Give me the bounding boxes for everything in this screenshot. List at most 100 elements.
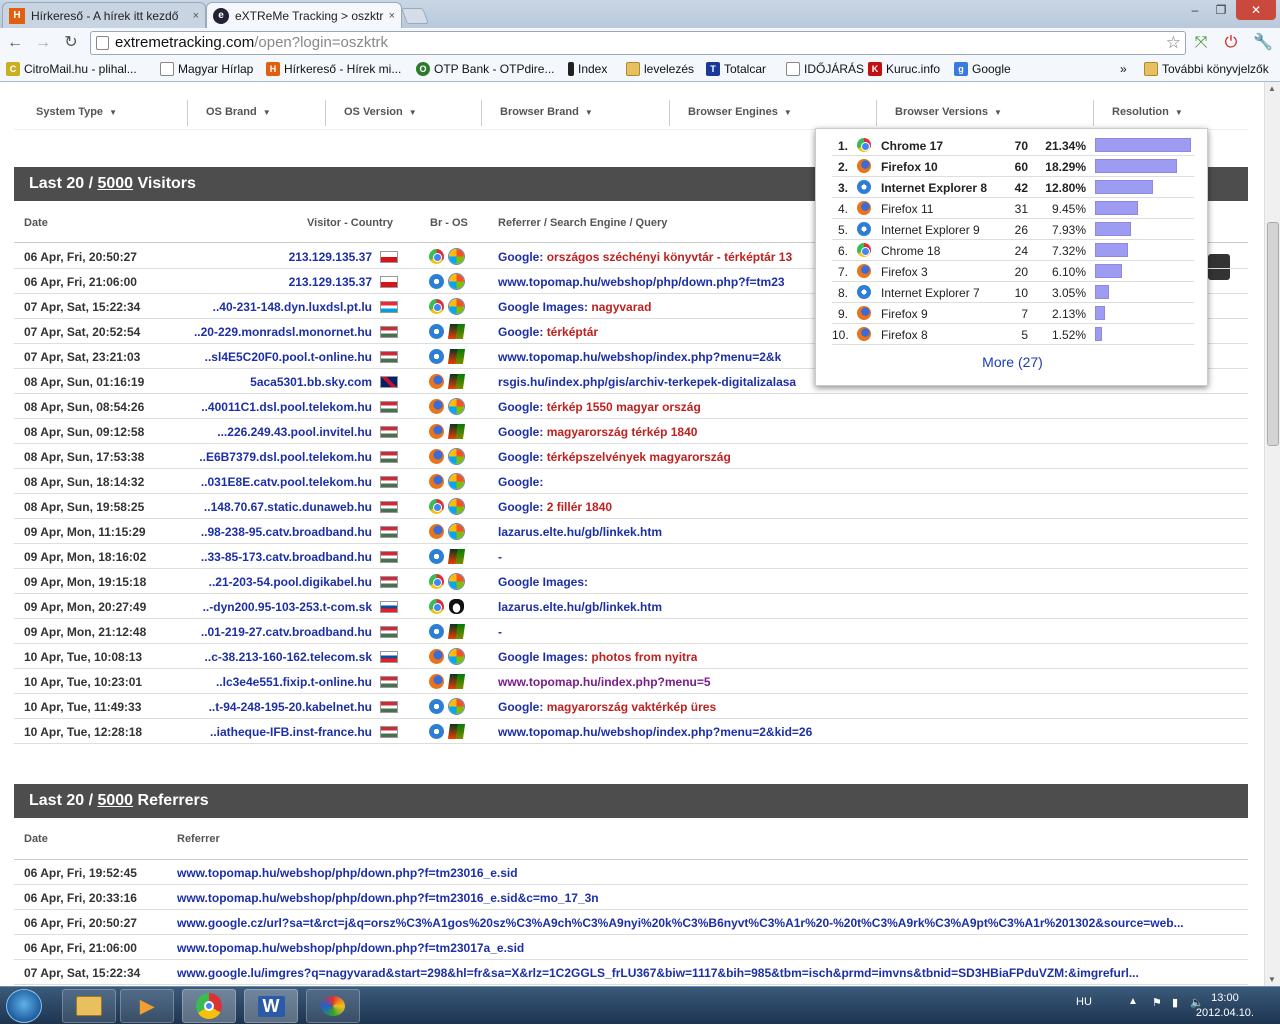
- adblock-icon[interactable]: ⏻: [1220, 33, 1242, 53]
- scroll-down-icon[interactable]: ▼: [1268, 975, 1276, 984]
- referrer-link[interactable]: www.google.cz/url?sa=t&rct=j&q=orsz%C3%A…: [177, 916, 1237, 930]
- referrer-link[interactable]: www.topomap.hu/webshop/php/down.php?f=tm…: [177, 866, 1237, 880]
- referrer-link[interactable]: lazarus.elte.hu/gb/linkek.htm: [498, 525, 662, 539]
- filter-browser-engines[interactable]: Browser Engines ▼: [688, 106, 792, 118]
- reload-icon[interactable]: ↻: [60, 33, 82, 53]
- close-tab-icon[interactable]: ×: [385, 10, 395, 22]
- filter-resolution[interactable]: Resolution ▼: [1112, 106, 1183, 118]
- close-window-icon[interactable]: ✕: [1236, 0, 1276, 20]
- browser-version-row[interactable]: 1. Chrome 17 70 21.34%: [832, 135, 1194, 156]
- browser-version-row[interactable]: 6. Chrome 18 24 7.32%: [832, 240, 1194, 261]
- visitor-host-link[interactable]: ..031E8E.catv.pool.telekom.hu: [201, 475, 372, 489]
- visitor-host-link[interactable]: ..98-238-95.catv.broadband.hu: [201, 525, 372, 539]
- new-tab-button[interactable]: [401, 8, 429, 24]
- bookmark-otp[interactable]: O OTP Bank - OTPdire...: [416, 62, 554, 76]
- forward-icon[interactable]: →: [32, 33, 54, 53]
- visitor-host-link[interactable]: ..E6B7379.dsl.pool.telekom.hu: [199, 450, 372, 464]
- browser-version-row[interactable]: 7. Firefox 3 20 6.10%: [832, 261, 1194, 282]
- search-query[interactable]: országos széchényi könyvtár - térképtár …: [547, 250, 792, 264]
- referrer-link[interactable]: www.google.lu/imgres?q=nagyvarad&start=2…: [177, 966, 1237, 980]
- search-query[interactable]: térképszelvények magyarország: [547, 450, 731, 464]
- word-taskbar-button[interactable]: W: [244, 989, 298, 1023]
- search-query[interactable]: magyarország térkép 1840: [547, 425, 698, 439]
- search-query[interactable]: nagyvarad: [591, 300, 651, 314]
- bookmark-idojaras[interactable]: IDŐJÁRÁS: [786, 62, 864, 76]
- search-query[interactable]: photos from nyitra: [591, 650, 697, 664]
- bookmark-google[interactable]: g Google: [954, 62, 1011, 76]
- referrer-link[interactable]: www.topomap.hu/webshop/php/down.php?f=tm…: [177, 891, 1237, 905]
- visitor-host-link[interactable]: ..21-203-54.pool.digikabel.hu: [209, 575, 372, 589]
- search-query[interactable]: térkép 1550 magyar ország: [547, 400, 701, 414]
- referrer-link[interactable]: www.topomap.hu/webshop/php/down.php?f=tm…: [498, 275, 785, 289]
- referrer-link[interactable]: www.topomap.hu/webshop/index.php?menu=2&…: [498, 350, 781, 364]
- wrench-icon[interactable]: 🔧: [1252, 33, 1274, 53]
- visitor-host-link[interactable]: ..148.70.67.static.dunaweb.hu: [204, 500, 372, 514]
- visitor-host-link[interactable]: ..20-229.monradsl.monornet.hu: [194, 325, 372, 339]
- referrers-count-link[interactable]: 5000: [97, 792, 133, 809]
- bookmark-hirkereso[interactable]: H Hírkereső - Hírek mi...: [266, 62, 401, 76]
- chrome-taskbar-button[interactable]: [182, 989, 236, 1023]
- browser-version-row[interactable]: 4. Firefox 11 31 9.45%: [832, 198, 1194, 219]
- referrer-link[interactable]: Google: [498, 400, 539, 414]
- browser-version-row[interactable]: 5. Internet Explorer 9 26 7.93%: [832, 219, 1194, 240]
- start-button[interactable]: [6, 989, 42, 1023]
- bookmark-star-icon[interactable]: ☆: [1166, 32, 1181, 54]
- referrer-link[interactable]: Google: [498, 475, 539, 489]
- more-browser-versions-link[interactable]: More (27): [816, 354, 1209, 370]
- referrer-link[interactable]: Google: [498, 450, 539, 464]
- tab-extreme-tracking[interactable]: e eXTReMe Tracking > oszktr ×: [206, 2, 402, 28]
- browser-version-row[interactable]: 9. Firefox 9 7 2.13%: [832, 303, 1194, 324]
- search-query[interactable]: térképtár: [547, 325, 598, 339]
- bookmark-other-folder[interactable]: További könyvjelzők: [1144, 62, 1269, 76]
- close-tab-icon[interactable]: ×: [189, 10, 199, 22]
- visitor-host-link[interactable]: ..t-94-248-195-20.kabelnet.hu: [209, 700, 372, 714]
- explorer-taskbar-button[interactable]: [62, 989, 116, 1023]
- clock[interactable]: 13:00 2012.04.10.: [1196, 991, 1254, 1021]
- visitor-host-link[interactable]: ..c-38.213-160-162.telecom.sk: [205, 650, 372, 664]
- search-query[interactable]: magyarország vaktérkép üres: [547, 700, 716, 714]
- filter-browser-versions[interactable]: Browser Versions ▼: [895, 106, 1002, 118]
- browser-version-row[interactable]: 8. Internet Explorer 7 10 3.05%: [832, 282, 1194, 303]
- network-icon[interactable]: ▮: [1172, 996, 1178, 1009]
- referrer-link[interactable]: www.topomap.hu/index.php?menu=5: [498, 675, 711, 689]
- scrollbar-thumb[interactable]: [1267, 222, 1279, 446]
- referrer-link[interactable]: Google: [498, 250, 539, 264]
- visitor-host-link[interactable]: ..40-231-148.dyn.luxdsl.pt.lu: [213, 300, 372, 314]
- tray-show-hidden-icon[interactable]: ▲: [1128, 996, 1138, 1007]
- visitor-host-link[interactable]: 213.129.135.37: [289, 275, 372, 289]
- referrer-link[interactable]: Google Images: [498, 650, 584, 664]
- referrer-link[interactable]: www.topomap.hu/webshop/php/down.php?f=tm…: [177, 941, 1237, 955]
- bookmark-magyar-hirlap[interactable]: Magyar Hírlap: [160, 62, 253, 76]
- filter-os-brand[interactable]: OS Brand ▼: [206, 106, 271, 118]
- scroll-up-icon[interactable]: ▲: [1268, 84, 1276, 93]
- visitors-count-link[interactable]: 5000: [97, 175, 133, 192]
- referrer-link[interactable]: Google Images: [498, 575, 584, 589]
- visitor-host-link[interactable]: ...226.249.43.pool.invitel.hu: [217, 425, 372, 439]
- paint-taskbar-button[interactable]: [306, 989, 360, 1023]
- referrer-link[interactable]: www.topomap.hu/webshop/index.php?menu=2&…: [498, 725, 812, 739]
- visitor-host-link[interactable]: 213.129.135.37: [289, 250, 372, 264]
- referrer-link[interactable]: Google: [498, 700, 539, 714]
- page-scrollbar[interactable]: ▲ ▼: [1264, 82, 1280, 986]
- filter-os-version[interactable]: OS Version ▼: [344, 106, 417, 118]
- minimize-icon[interactable]: –: [1182, 0, 1208, 20]
- browser-version-row[interactable]: 2. Firefox 10 60 18.29%: [832, 156, 1194, 177]
- bookmark-index[interactable]: Index: [568, 62, 607, 76]
- bookmarks-overflow-chevron-icon[interactable]: »: [1120, 62, 1127, 76]
- visitor-host-link[interactable]: ..33-85-173.catv.broadband.hu: [201, 550, 372, 564]
- bookmark-citromail[interactable]: C CitroMail.hu - plihal...: [6, 62, 137, 76]
- bookmark-levelezes[interactable]: levelezés: [626, 62, 694, 76]
- referrer-link[interactable]: lazarus.elte.hu/gb/linkek.htm: [498, 600, 662, 614]
- filter-system-type[interactable]: System Type ▼: [36, 106, 117, 118]
- search-query[interactable]: 2 fillér 1840: [547, 500, 612, 514]
- tab-hirkereso[interactable]: H Hírkereső - A hírek itt kezdő ×: [2, 2, 206, 28]
- media-player-taskbar-button[interactable]: ▶: [120, 989, 174, 1023]
- bookmark-totalcar[interactable]: T Totalcar: [706, 62, 766, 76]
- visitor-host-link[interactable]: ..01-219-27.catv.broadband.hu: [201, 625, 372, 639]
- browser-version-row[interactable]: 10. Firefox 8 5 1.52%: [832, 324, 1194, 345]
- language-indicator[interactable]: HU: [1076, 996, 1092, 1008]
- referrer-link[interactable]: Google: [498, 325, 539, 339]
- visitor-host-link[interactable]: 5aca5301.bb.sky.com: [250, 375, 372, 389]
- referrer-link[interactable]: rsgis.hu/index.php/gis/archiv-terkepek-d…: [498, 375, 796, 389]
- filter-browser-brand[interactable]: Browser Brand ▼: [500, 106, 593, 118]
